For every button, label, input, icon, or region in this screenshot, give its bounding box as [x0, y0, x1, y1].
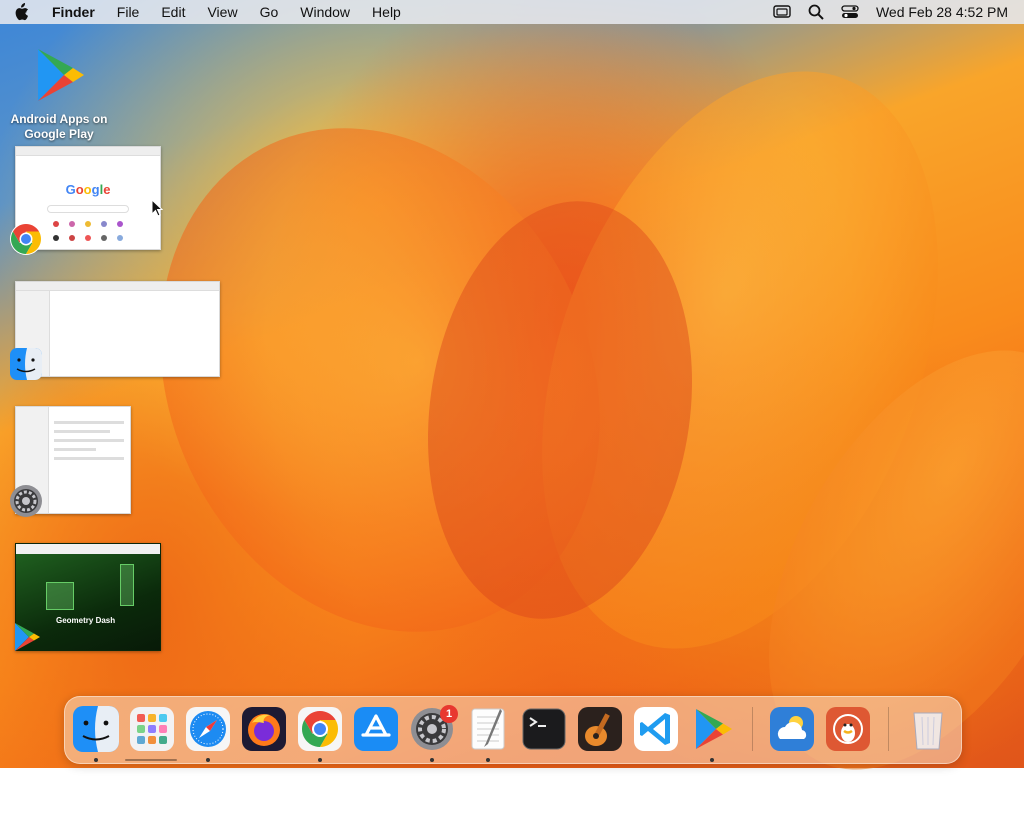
- dock-item-textedit[interactable]: [464, 705, 512, 753]
- search-box: [47, 205, 129, 213]
- dock-item-finder[interactable]: [72, 705, 120, 753]
- google-play-icon: [9, 620, 43, 654]
- dock-item-system-settings[interactable]: 1: [408, 705, 458, 753]
- dock-item-vscode[interactable]: [632, 705, 680, 753]
- settings-content: [54, 421, 124, 481]
- running-indicator: [318, 758, 322, 762]
- menu-view[interactable]: View: [196, 4, 248, 20]
- dock-item-trash[interactable]: [904, 705, 952, 753]
- menu-help[interactable]: Help: [361, 4, 412, 20]
- dock-item-launchpad[interactable]: [128, 705, 176, 753]
- window-thumbnail-finder[interactable]: [15, 281, 220, 377]
- apple-menu-icon[interactable]: [13, 3, 41, 21]
- spotlight-search-icon[interactable]: [806, 4, 826, 20]
- launchpad-underline: [125, 759, 177, 761]
- menu-file[interactable]: File: [106, 4, 151, 20]
- window-titlebar: [16, 147, 160, 156]
- running-indicator: [206, 758, 210, 762]
- dock-item-garageband[interactable]: [576, 705, 624, 753]
- control-center-icon[interactable]: [840, 4, 860, 20]
- system-settings-icon: [9, 484, 43, 518]
- dock-item-terminal[interactable]: [520, 705, 568, 753]
- dock-item-safari[interactable]: [184, 705, 232, 753]
- screen-mirroring-icon[interactable]: [772, 4, 792, 20]
- dock-item-app-store[interactable]: [352, 705, 400, 753]
- running-indicator: [430, 758, 434, 762]
- finder-icon: [9, 347, 43, 381]
- running-indicator: [486, 758, 490, 762]
- mouse-cursor-icon: [151, 199, 163, 217]
- window-titlebar: [16, 282, 219, 291]
- app-menu-finder[interactable]: Finder: [41, 4, 106, 20]
- desktop-icon-label: Android Apps on Google Play: [10, 112, 108, 141]
- chrome-icon: [9, 222, 43, 256]
- desktop-wallpaper: [0, 0, 1024, 824]
- running-indicator: [710, 758, 714, 762]
- dock-item-weather[interactable]: [768, 705, 816, 753]
- menu-window[interactable]: Window: [289, 4, 361, 20]
- dock-item-duckduckgo[interactable]: [824, 705, 872, 753]
- dock-separator: [752, 707, 753, 751]
- menu-bar: Finder File Edit View Go Window Help Wed…: [0, 0, 1024, 24]
- dock: 1: [64, 696, 962, 764]
- desktop-icon-android-apps[interactable]: Android Apps on Google Play: [6, 40, 112, 142]
- menubar-clock[interactable]: Wed Feb 28 4:52 PM: [876, 4, 1008, 20]
- game-title: Geometry Dash: [56, 616, 116, 625]
- dock-item-firefox[interactable]: [240, 705, 288, 753]
- google-logo: Google: [65, 182, 111, 197]
- dock-item-google-play[interactable]: [688, 705, 736, 753]
- dock-separator: [888, 707, 889, 751]
- menu-edit[interactable]: Edit: [150, 4, 196, 20]
- dock-item-chrome[interactable]: [296, 705, 344, 753]
- window-titlebar: [16, 544, 160, 554]
- running-indicator: [94, 758, 98, 762]
- google-play-icon: [28, 44, 90, 106]
- menu-go[interactable]: Go: [249, 4, 290, 20]
- notification-badge: 1: [440, 705, 458, 723]
